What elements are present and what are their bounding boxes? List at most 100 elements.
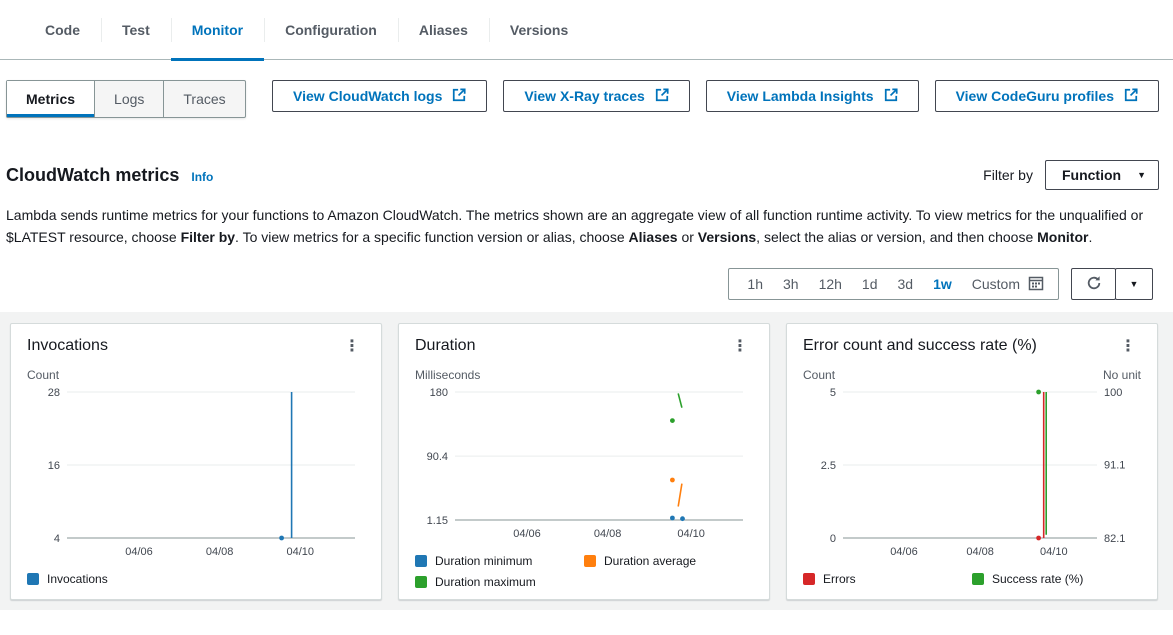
monitor-subtabs: Metrics Logs Traces bbox=[6, 80, 246, 118]
page-title: CloudWatch metrics bbox=[6, 165, 179, 186]
button-label: View CodeGuru profiles bbox=[956, 88, 1114, 104]
legend-item[interactable]: Duration maximum bbox=[415, 575, 584, 589]
y-axis-unit-label: Count bbox=[803, 368, 835, 382]
svg-text:180: 180 bbox=[430, 387, 448, 399]
legend-label: Duration minimum bbox=[435, 554, 532, 568]
external-link-icon bbox=[1124, 88, 1138, 105]
kebab-menu-icon[interactable]: ⋮ bbox=[727, 336, 753, 356]
svg-text:1.15: 1.15 bbox=[427, 515, 448, 527]
time-range-3d[interactable]: 3d bbox=[888, 276, 924, 292]
function-tabs: Code Test Monitor Configuration Aliases … bbox=[0, 0, 1173, 60]
time-range-1h[interactable]: 1h bbox=[737, 276, 773, 292]
chart-title: Duration bbox=[415, 337, 475, 355]
legend-swatch bbox=[415, 555, 427, 567]
time-range-12h[interactable]: 12h bbox=[809, 276, 852, 292]
svg-text:16: 16 bbox=[48, 460, 60, 472]
refresh-button-group: ▼ bbox=[1071, 268, 1153, 300]
section-header: CloudWatch metrics Info Filter by Functi… bbox=[0, 118, 1173, 190]
tab-aliases[interactable]: Aliases bbox=[398, 0, 489, 59]
svg-text:04/06: 04/06 bbox=[890, 546, 918, 558]
legend-item[interactable]: Duration average bbox=[584, 554, 753, 568]
tab-code[interactable]: Code bbox=[24, 0, 101, 59]
caret-down-icon: ▼ bbox=[1130, 279, 1139, 289]
button-label: View X-Ray traces bbox=[524, 88, 644, 104]
svg-text:04/08: 04/08 bbox=[966, 546, 994, 558]
legend-swatch bbox=[972, 573, 984, 585]
invocations-chart: 4162804/0604/0804/10 bbox=[27, 384, 367, 562]
legend-label: Errors bbox=[823, 572, 856, 586]
legend-item[interactable]: Invocations bbox=[27, 572, 196, 586]
info-link[interactable]: Info bbox=[191, 170, 213, 184]
calendar-icon bbox=[1028, 275, 1044, 294]
filter-value: Function bbox=[1062, 167, 1121, 183]
custom-label: Custom bbox=[972, 276, 1020, 292]
svg-text:4: 4 bbox=[54, 533, 60, 545]
external-view-buttons: View CloudWatch logs View X-Ray traces V… bbox=[272, 80, 1159, 112]
svg-text:2.5: 2.5 bbox=[821, 460, 836, 472]
time-range-1d[interactable]: 1d bbox=[852, 276, 888, 292]
legend-item[interactable]: Success rate (%) bbox=[972, 572, 1141, 586]
svg-text:0: 0 bbox=[830, 533, 836, 545]
time-range-3h[interactable]: 3h bbox=[773, 276, 809, 292]
legend-label: Success rate (%) bbox=[992, 572, 1083, 586]
legend-swatch bbox=[584, 555, 596, 567]
tab-test[interactable]: Test bbox=[101, 0, 171, 59]
svg-text:04/10: 04/10 bbox=[1040, 546, 1068, 558]
caret-down-icon: ▼ bbox=[1137, 170, 1146, 180]
kebab-menu-icon[interactable]: ⋮ bbox=[339, 336, 365, 356]
time-range-toolbar: 1h 3h 12h 1d 3d 1w Custom ▼ bbox=[0, 248, 1173, 312]
chart-card-duration: Duration ⋮ Milliseconds 1.1590.418004/06… bbox=[398, 323, 770, 600]
legend-label: Duration maximum bbox=[435, 575, 536, 589]
refresh-button[interactable] bbox=[1071, 268, 1116, 300]
view-lambda-insights-button[interactable]: View Lambda Insights bbox=[706, 80, 919, 112]
errors-legend: Errors Success rate (%) bbox=[803, 572, 1141, 586]
filter-by-label: Filter by bbox=[983, 167, 1033, 183]
svg-text:90.4: 90.4 bbox=[427, 451, 448, 463]
external-link-icon bbox=[452, 88, 466, 105]
y-axis-unit-label: Count bbox=[27, 368, 59, 382]
svg-text:91.1: 91.1 bbox=[1104, 460, 1125, 472]
monitor-subheader: Metrics Logs Traces View CloudWatch logs… bbox=[0, 60, 1173, 118]
legend-swatch bbox=[27, 573, 39, 585]
button-label: View Lambda Insights bbox=[727, 88, 874, 104]
svg-text:04/08: 04/08 bbox=[206, 546, 234, 558]
legend-label: Duration average bbox=[604, 554, 696, 568]
legend-item[interactable]: Duration minimum bbox=[415, 554, 584, 568]
view-codeguru-profiles-button[interactable]: View CodeGuru profiles bbox=[935, 80, 1159, 112]
button-label: View CloudWatch logs bbox=[293, 88, 442, 104]
svg-text:04/08: 04/08 bbox=[594, 528, 622, 540]
svg-text:04/10: 04/10 bbox=[677, 528, 705, 540]
svg-text:04/06: 04/06 bbox=[513, 528, 541, 540]
legend-swatch bbox=[415, 576, 427, 588]
svg-text:100: 100 bbox=[1104, 387, 1122, 399]
subtab-traces[interactable]: Traces bbox=[163, 81, 244, 117]
tab-versions[interactable]: Versions bbox=[489, 0, 589, 59]
custom-range-button[interactable]: Custom bbox=[962, 275, 1050, 294]
time-range-1w[interactable]: 1w bbox=[923, 276, 962, 292]
tab-configuration[interactable]: Configuration bbox=[264, 0, 398, 59]
subtab-logs[interactable]: Logs bbox=[94, 81, 163, 117]
function-filter-dropdown[interactable]: Function ▼ bbox=[1045, 160, 1159, 190]
invocations-legend: Invocations bbox=[27, 572, 365, 586]
time-range-group: 1h 3h 12h 1d 3d 1w Custom bbox=[728, 268, 1059, 300]
tab-monitor[interactable]: Monitor bbox=[171, 0, 264, 59]
chart-card-invocations: Invocations ⋮ Count 4162804/0604/0804/10… bbox=[10, 323, 382, 600]
metrics-charts-area: Invocations ⋮ Count 4162804/0604/0804/10… bbox=[0, 312, 1173, 610]
chart-card-errors: Error count and success rate (%) ⋮ Count… bbox=[786, 323, 1158, 600]
legend-item[interactable]: Errors bbox=[803, 572, 972, 586]
svg-text:5: 5 bbox=[830, 387, 836, 399]
svg-text:82.1: 82.1 bbox=[1104, 533, 1125, 545]
chart-title: Invocations bbox=[27, 337, 108, 355]
view-cloudwatch-logs-button[interactable]: View CloudWatch logs bbox=[272, 80, 487, 112]
legend-label: Invocations bbox=[47, 572, 108, 586]
chart-title: Error count and success rate (%) bbox=[803, 337, 1037, 355]
legend-swatch bbox=[803, 573, 815, 585]
view-xray-traces-button[interactable]: View X-Ray traces bbox=[503, 80, 689, 112]
subtab-metrics[interactable]: Metrics bbox=[7, 81, 94, 117]
svg-text:04/10: 04/10 bbox=[287, 546, 315, 558]
duration-chart: 1.15 90.4 180 04/06 04/08 04/10 bbox=[415, 384, 755, 544]
refresh-options-dropdown-button[interactable]: ▼ bbox=[1115, 268, 1153, 300]
duration-legend: Duration minimum Duration average Duration… bbox=[415, 554, 753, 589]
error-success-chart: 0 2.5 5 82.1 91.1 100 04/06 04/08 04/10 bbox=[803, 384, 1143, 562]
kebab-menu-icon[interactable]: ⋮ bbox=[1115, 336, 1141, 356]
